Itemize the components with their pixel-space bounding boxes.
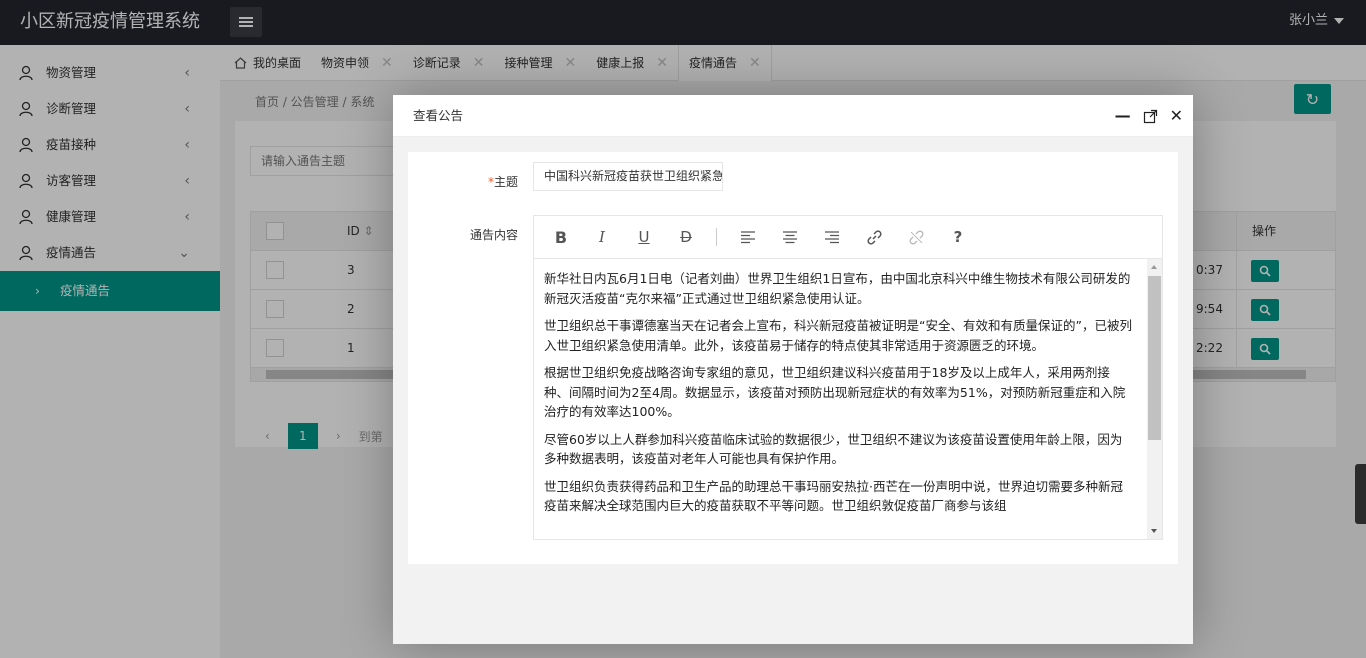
content-label: 通告内容 <box>469 228 518 242</box>
toolbar-divider <box>716 228 717 246</box>
side-widget <box>1355 464 1366 524</box>
unlink-icon[interactable] <box>906 227 926 247</box>
content-paragraph: 新华社日内瓦6月1日电（记者刘曲）世界卫生组织1日宣布，由中国北京科兴中维生物技… <box>544 271 1131 306</box>
subject-input[interactable]: 中国科兴新冠疫苗获世卫组织紧急 <box>533 162 723 191</box>
content-paragraph: 世卫组织总干事谭德塞当天在记者会上宣布，科兴新冠疫苗被证明是“安全、有效和有质量… <box>544 318 1132 353</box>
close-icon[interactable]: ✕ <box>1170 95 1183 137</box>
content-paragraph: 尽管60岁以上人群参加科兴疫苗临床试验的数据很少，世卫组织不建议为该疫苗设置使用… <box>544 431 1123 467</box>
editor-toolbar: B I U D ? <box>534 216 1162 259</box>
view-notice-dialog: 查看公告 — ✕ *主题 中国科兴新冠疫苗获世卫组织紧急 通告内容 B I U … <box>393 95 1193 644</box>
maximize-icon[interactable] <box>1143 109 1158 124</box>
minimize-icon[interactable]: — <box>1115 95 1131 137</box>
scroll-up-arrow[interactable] <box>1151 265 1157 269</box>
subject-label: *主题 <box>487 175 518 189</box>
content-paragraph: 世卫组织负责获得药品和卫生产品的助理总干事玛丽安热拉·西芒在一份声明中说，世界迫… <box>544 478 1123 514</box>
help-icon[interactable]: ? <box>948 227 968 247</box>
underline-icon[interactable]: U <box>634 227 654 247</box>
dialog-title-bar: 查看公告 — ✕ <box>393 95 1193 137</box>
editor-content[interactable]: 新华社日内瓦6月1日电（记者刘曲）世界卫生组织1日宣布，由中国北京科兴中维生物技… <box>534 259 1162 539</box>
strikethrough-icon[interactable]: D <box>676 227 696 247</box>
scroll-down-arrow[interactable] <box>1151 529 1157 533</box>
align-right-icon[interactable] <box>822 227 842 247</box>
scrollbar-thumb[interactable] <box>1148 276 1161 440</box>
vertical-scrollbar[interactable] <box>1147 259 1162 539</box>
italic-icon[interactable]: I <box>592 227 612 247</box>
align-left-icon[interactable] <box>738 227 758 247</box>
notice-form: *主题 中国科兴新冠疫苗获世卫组织紧急 通告内容 B I U D ? 新华社日内… <box>408 152 1178 564</box>
bold-icon[interactable]: B <box>551 227 571 247</box>
link-icon[interactable] <box>864 227 884 247</box>
rich-text-editor: B I U D ? 新华社日内瓦6月1日电（记者刘曲）世界卫生组织1日宣布，由中… <box>533 215 1163 540</box>
align-center-icon[interactable] <box>780 227 800 247</box>
content-paragraph: 根据世卫组织免疫战略咨询专家组的意见，世卫组织建议科兴疫苗用于18岁及以上成年人… <box>544 365 1126 419</box>
dialog-title: 查看公告 <box>413 108 464 123</box>
